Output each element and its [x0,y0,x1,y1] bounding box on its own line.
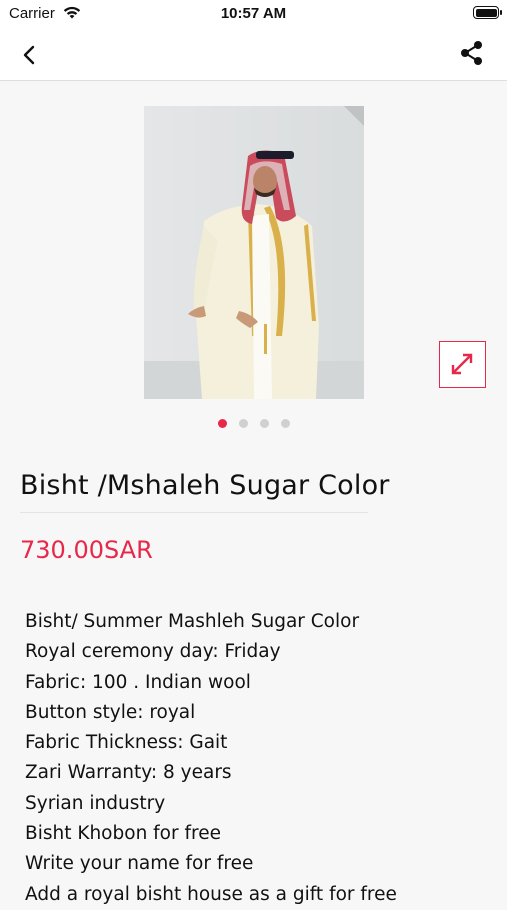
chevron-left-icon [23,45,35,65]
page-dot[interactable] [217,419,227,428]
share-button[interactable] [457,38,487,68]
description-line: Bisht Khobon for free [25,823,221,845]
description-line: Write your name for free [25,853,254,875]
page-dot[interactable] [238,419,248,428]
expand-image-button[interactable] [439,341,486,388]
status-bar: Carrier 10:57 AM [0,0,507,28]
product-image[interactable] [144,106,364,399]
description-line: Royal ceremony day: Friday [25,641,281,663]
page-dot[interactable] [280,419,290,428]
description-line: Fabric Thickness: Gait [25,732,228,754]
battery-icon [473,6,502,19]
description-line: Button style: royal [25,701,196,723]
share-icon [461,41,482,65]
description-line: Add a royal bisht house as a gift for fr… [25,883,397,905]
navigation-bar [0,28,507,81]
description-line: Zari Warranty: 8 years [25,762,232,784]
back-button[interactable] [14,40,44,70]
image-page-indicator [0,419,507,428]
description-line: Syrian industry [25,792,166,814]
product-title: Bisht /Mshaleh Sugar Color [20,470,390,501]
description-line: Bisht/ Summer Mashleh Sugar Color [25,611,360,632]
divider [20,512,368,513]
page-dot[interactable] [259,419,269,428]
product-description: Bisht/ Summer Mashleh Sugar Color Royal … [25,607,397,910]
expand-arrows-icon [451,353,473,375]
description-line: Fabric: 100 . Indian wool [25,671,251,693]
status-time: 10:57 AM [220,5,287,22]
product-price: 730.00SAR [20,536,153,564]
